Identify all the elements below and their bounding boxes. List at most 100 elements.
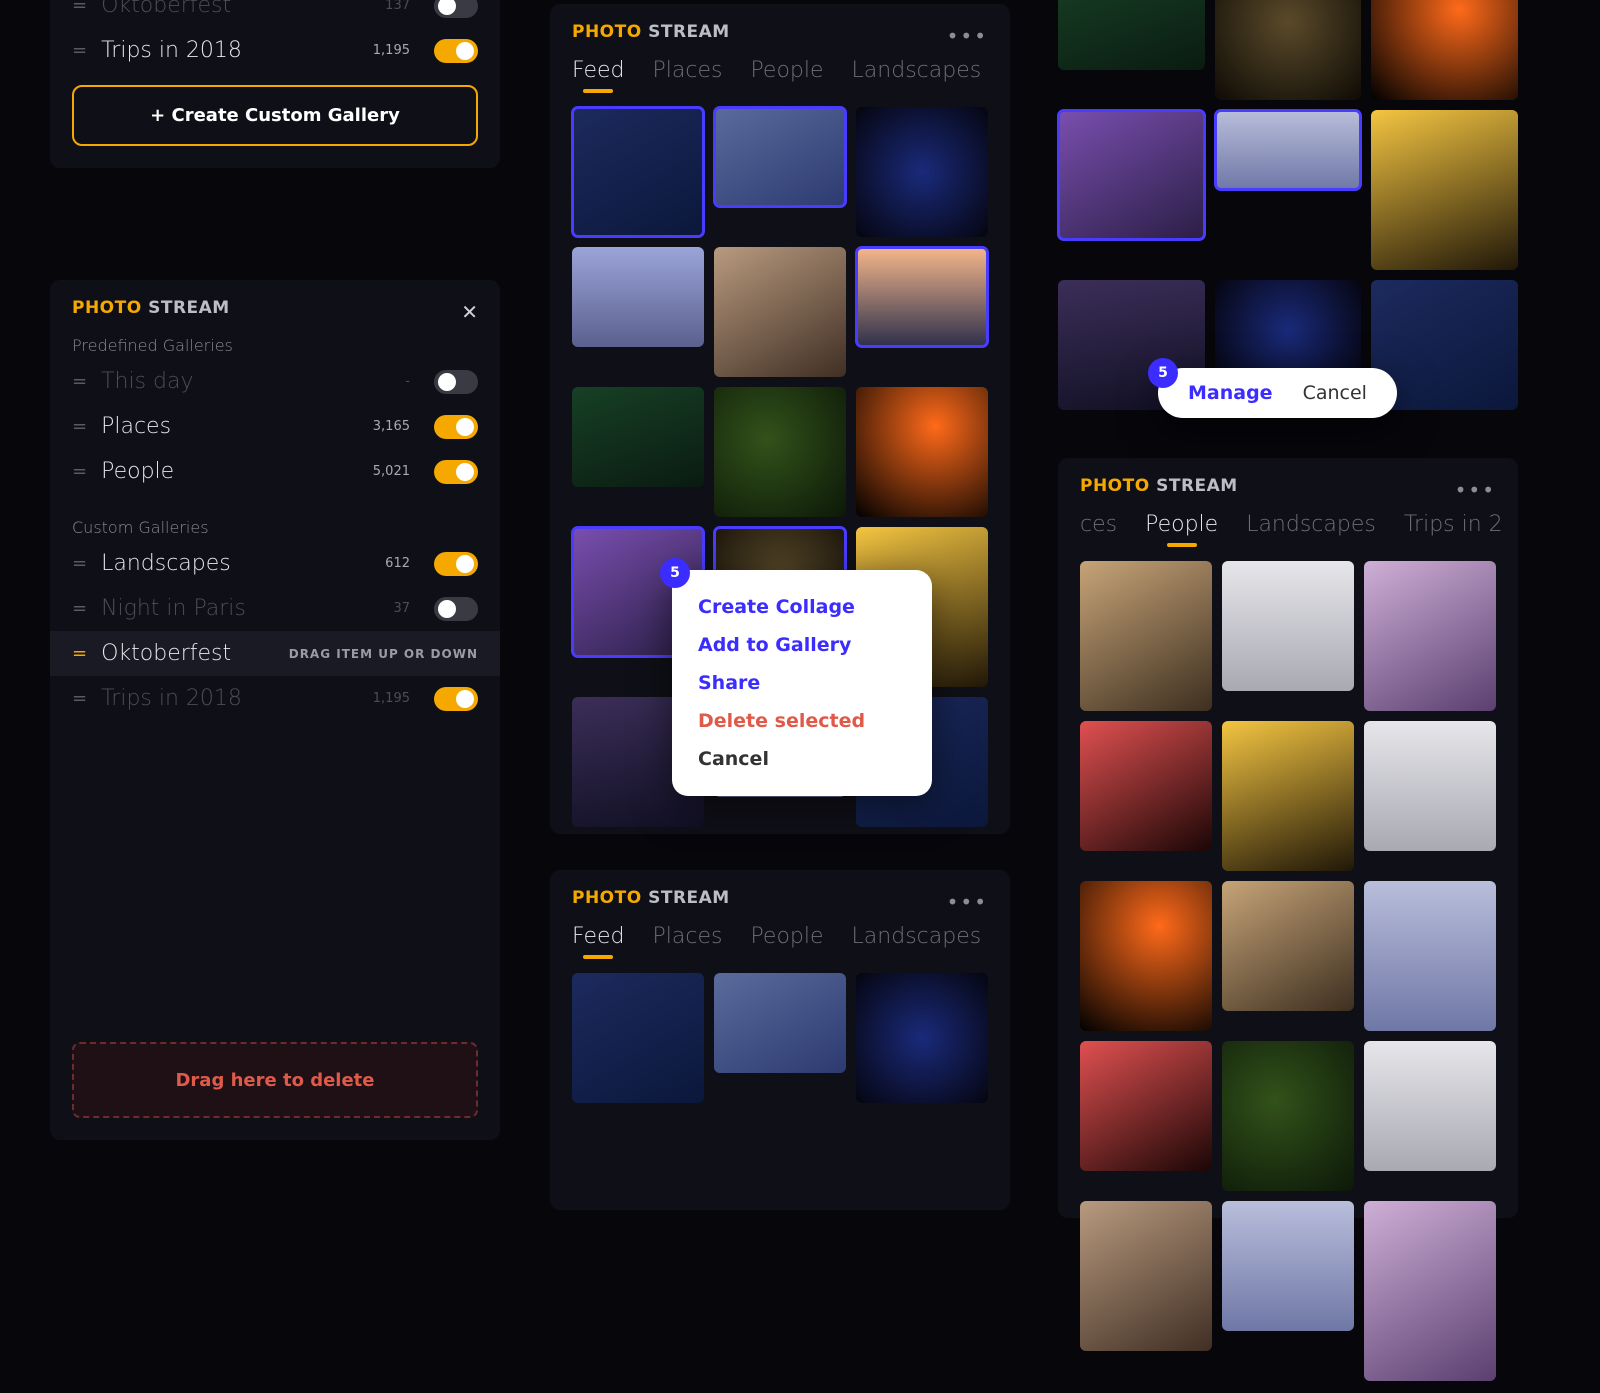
photo-thumb[interactable] xyxy=(1080,881,1212,1031)
photo-thumb[interactable] xyxy=(1080,1041,1212,1171)
gallery-label: Oktoberfest xyxy=(101,0,371,18)
tabs: Feed Places People Landscapes xyxy=(550,52,1010,95)
gallery-count: 612 xyxy=(385,556,410,571)
more-icon[interactable]: ••• xyxy=(1455,478,1496,502)
panel-title: PHOTO STREAM xyxy=(550,888,1010,918)
photo-thumb[interactable] xyxy=(572,247,704,347)
gallery-row[interactable]: = Night in Paris 37 xyxy=(50,586,500,631)
gallery-toggle[interactable] xyxy=(434,460,478,484)
photo-thumb[interactable] xyxy=(1215,280,1362,380)
drag-handle-icon[interactable]: = xyxy=(72,559,87,568)
tab-ces[interactable]: ces xyxy=(1080,512,1117,537)
gallery-toggle[interactable] xyxy=(434,415,478,439)
manage-button[interactable]: Manage xyxy=(1188,382,1273,404)
photo-thumb[interactable] xyxy=(1215,110,1362,190)
photo-thumb[interactable] xyxy=(1222,1041,1354,1191)
gallery-row[interactable]: = Trips in 2018 1,195 xyxy=(50,676,500,721)
gallery-row[interactable]: = Oktoberfest 137 xyxy=(50,0,500,28)
photo-thumb[interactable] xyxy=(856,107,988,237)
tab-people[interactable]: People xyxy=(1145,512,1218,537)
gallery-row[interactable]: = This day - xyxy=(50,359,500,404)
gallery-label: This day xyxy=(101,369,391,394)
more-icon[interactable]: ••• xyxy=(947,24,988,48)
drag-handle-icon[interactable]: = xyxy=(72,467,87,476)
tab-trips in 2[interactable]: Trips in 2 xyxy=(1404,512,1503,537)
gallery-row[interactable]: = Landscapes 612 xyxy=(50,541,500,586)
tab-places[interactable]: Places xyxy=(653,924,723,949)
tabs: ces People Landscapes Trips in 2 xyxy=(1058,506,1518,549)
menu-item-add to gallery[interactable]: Add to Gallery xyxy=(698,626,906,664)
predefined-heading: Predefined Galleries xyxy=(50,328,500,359)
photo-thumb[interactable] xyxy=(1222,721,1354,871)
drag-hint: DRAG ITEM UP OR DOWN xyxy=(289,647,478,661)
custom-heading: Custom Galleries xyxy=(50,510,500,541)
drag-handle-icon[interactable]: = xyxy=(72,422,87,431)
create-gallery-button[interactable]: + Create Custom Gallery xyxy=(72,85,478,146)
photo-thumb[interactable] xyxy=(1080,1201,1212,1351)
photo-thumb[interactable] xyxy=(1364,721,1496,851)
drag-handle-icon[interactable]: = xyxy=(72,377,87,386)
photo-thumb[interactable] xyxy=(1371,110,1518,270)
drag-handle-icon[interactable]: = xyxy=(72,46,87,55)
close-icon[interactable]: ✕ xyxy=(461,300,478,324)
gallery-toggle[interactable] xyxy=(434,687,478,711)
photo-thumb[interactable] xyxy=(714,107,846,207)
photo-thumb[interactable] xyxy=(1222,881,1354,1011)
photo-thumb[interactable] xyxy=(1215,0,1362,100)
photo-thumb[interactable] xyxy=(1222,1201,1354,1331)
drag-handle-icon[interactable]: = xyxy=(72,649,87,658)
gallery-row[interactable]: = Places 3,165 xyxy=(50,404,500,449)
photo-thumb[interactable] xyxy=(714,247,846,377)
cancel-button[interactable]: Cancel xyxy=(1303,382,1367,404)
tab-landscapes[interactable]: Landscapes xyxy=(852,924,982,949)
gallery-row[interactable]: = People 5,021 xyxy=(50,449,500,494)
photo-thumb[interactable] xyxy=(856,973,988,1103)
menu-item-cancel[interactable]: Cancel xyxy=(698,740,906,778)
photo-thumb[interactable] xyxy=(1058,0,1205,70)
photo-thumb[interactable] xyxy=(572,107,704,237)
gallery-label: Night in Paris xyxy=(101,596,379,621)
gallery-toggle[interactable] xyxy=(434,597,478,621)
photo-thumb[interactable] xyxy=(1080,721,1212,851)
tab-landscapes[interactable]: Landscapes xyxy=(1246,512,1376,537)
photo-thumb[interactable] xyxy=(1364,1041,1496,1171)
photo-thumb[interactable] xyxy=(714,387,846,517)
photo-grid xyxy=(550,961,1010,1115)
photo-thumb[interactable] xyxy=(1222,561,1354,691)
gallery-toggle[interactable] xyxy=(434,370,478,394)
gallery-label: Trips in 2018 xyxy=(101,686,359,711)
tab-people[interactable]: People xyxy=(750,924,823,949)
photo-thumb[interactable] xyxy=(856,247,988,347)
photo-thumb[interactable] xyxy=(1364,561,1496,711)
gallery-row[interactable]: = Trips in 2018 1,195 xyxy=(50,28,500,73)
tab-people[interactable]: People xyxy=(750,58,823,83)
menu-item-create collage[interactable]: Create Collage xyxy=(698,588,906,626)
photo-thumb[interactable] xyxy=(1080,561,1212,711)
tabs: Feed Places People Landscapes xyxy=(550,918,1010,961)
tab-places[interactable]: Places xyxy=(653,58,723,83)
menu-item-delete selected[interactable]: Delete selected xyxy=(698,702,906,740)
delete-dropzone[interactable]: Drag here to delete xyxy=(72,1042,478,1118)
more-icon[interactable]: ••• xyxy=(947,890,988,914)
gallery-toggle[interactable] xyxy=(434,39,478,63)
tab-feed[interactable]: Feed xyxy=(572,924,625,949)
photo-thumb[interactable] xyxy=(856,387,988,517)
drag-handle-icon[interactable]: = xyxy=(72,604,87,613)
photo-thumb[interactable] xyxy=(1364,881,1496,1031)
gallery-row-dragging[interactable]: = Oktoberfest DRAG ITEM UP OR DOWN xyxy=(50,631,500,676)
gallery-label: Oktoberfest xyxy=(101,641,275,666)
gallery-toggle[interactable] xyxy=(434,552,478,576)
gallery-toggle[interactable] xyxy=(434,0,478,18)
photo-thumb[interactable] xyxy=(1364,1201,1496,1381)
right-top-grid xyxy=(1058,0,1518,410)
drag-handle-icon[interactable]: = xyxy=(72,1,87,10)
photo-thumb[interactable] xyxy=(1058,110,1205,240)
photo-thumb[interactable] xyxy=(572,973,704,1103)
photo-thumb[interactable] xyxy=(714,973,846,1073)
drag-handle-icon[interactable]: = xyxy=(72,694,87,703)
photo-thumb[interactable] xyxy=(572,387,704,487)
photo-thumb[interactable] xyxy=(1371,0,1518,100)
tab-landscapes[interactable]: Landscapes xyxy=(852,58,982,83)
menu-item-share[interactable]: Share xyxy=(698,664,906,702)
tab-feed[interactable]: Feed xyxy=(572,58,625,83)
